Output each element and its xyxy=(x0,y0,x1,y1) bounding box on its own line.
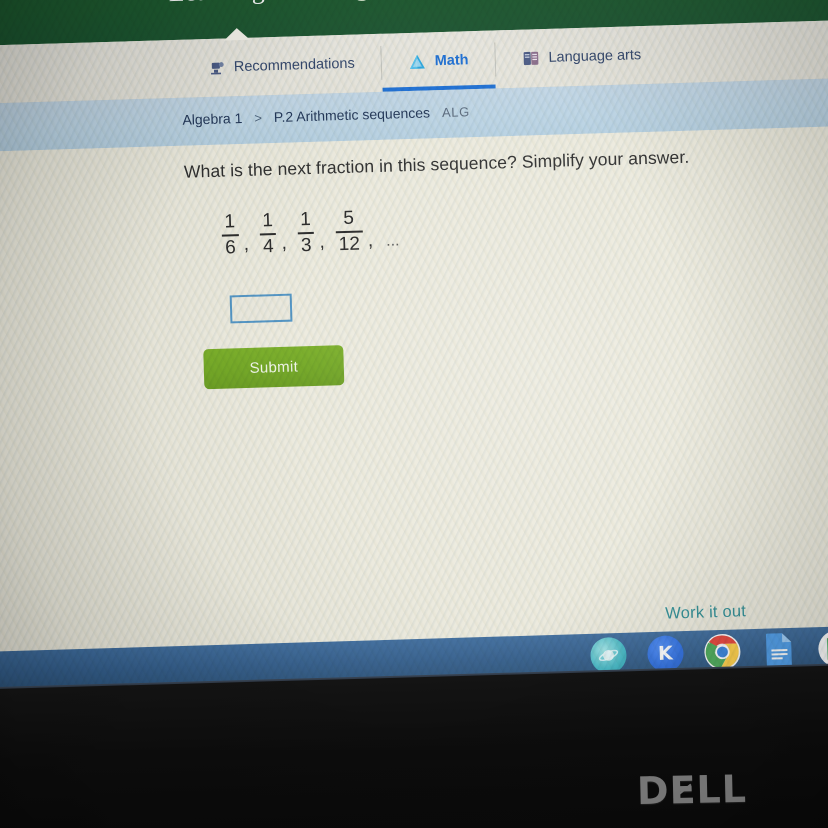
work-it-out-link[interactable]: Work it out xyxy=(665,602,746,623)
fraction-4-numerator: 5 xyxy=(342,207,355,230)
fraction-2-numerator: 1 xyxy=(262,210,274,232)
breadcrumb-separator-icon: > xyxy=(254,110,263,126)
fraction-bar xyxy=(259,232,277,236)
question-prompt: What is the next fraction in this sequen… xyxy=(183,146,690,182)
sequence-comma: , xyxy=(281,232,288,254)
recommendations-icon xyxy=(209,59,226,76)
tab-math-label: Math xyxy=(434,52,469,70)
fraction-1-numerator: 1 xyxy=(224,211,236,233)
question-content-area: What is the next fraction in this sequen… xyxy=(0,125,828,652)
math-triangle-icon xyxy=(407,52,427,72)
dell-logo-e: E xyxy=(669,767,697,813)
sequence-comma: , xyxy=(243,233,250,255)
launcher-planet-icon[interactable] xyxy=(589,636,628,674)
active-nav-caret-icon xyxy=(223,27,251,41)
tab-strip-spacer xyxy=(0,40,184,104)
sequence-comma: , xyxy=(319,231,325,253)
google-docs-icon[interactable] xyxy=(761,632,798,669)
fraction-bar xyxy=(297,231,315,235)
kami-icon[interactable]: K xyxy=(646,635,684,673)
play-store-icon[interactable] xyxy=(817,630,828,668)
fraction-3-numerator: 1 xyxy=(299,209,312,231)
dell-logo-d: D xyxy=(636,768,671,814)
fraction-2-denominator: 4 xyxy=(262,236,274,258)
fraction-4-denominator: 12 xyxy=(338,233,361,256)
submit-button[interactable]: Submit xyxy=(203,345,345,390)
tab-recommendations-label: Recommendations xyxy=(233,55,355,76)
breadcrumb-course[interactable]: Algebra 1 xyxy=(182,110,242,128)
fraction-bar xyxy=(221,234,239,237)
breadcrumb-skill-code: ALG xyxy=(441,104,471,121)
screen-area: Learning Diagnostic Analytics xyxy=(0,0,828,714)
dell-logo: DELL xyxy=(637,767,748,813)
answer-input[interactable] xyxy=(229,293,293,324)
fraction-3-denominator: 3 xyxy=(300,234,312,257)
tab-math[interactable]: Math xyxy=(381,30,496,91)
dell-logo-ll: LL xyxy=(696,766,748,812)
fraction-3: 1 3 xyxy=(297,209,315,257)
tab-language-arts[interactable]: Language arts xyxy=(495,25,668,88)
fraction-sequence: 1 6 , 1 4 , 1 3 , 5 12 , ... xyxy=(219,207,400,258)
fraction-1: 1 6 xyxy=(221,211,239,259)
fraction-2: 1 4 xyxy=(259,210,277,258)
book-icon xyxy=(521,49,541,68)
tab-recommendations[interactable]: Recommendations xyxy=(182,34,382,98)
chrome-icon[interactable] xyxy=(703,633,741,671)
fraction-1-denominator: 6 xyxy=(224,237,237,259)
sequence-ellipsis: ... xyxy=(385,232,400,250)
tab-language-arts-label: Language arts xyxy=(548,47,642,66)
fraction-4: 5 12 xyxy=(335,208,363,255)
sequence-comma: , xyxy=(367,230,374,252)
monitor-photo: Learning Diagnostic Analytics xyxy=(0,0,828,828)
